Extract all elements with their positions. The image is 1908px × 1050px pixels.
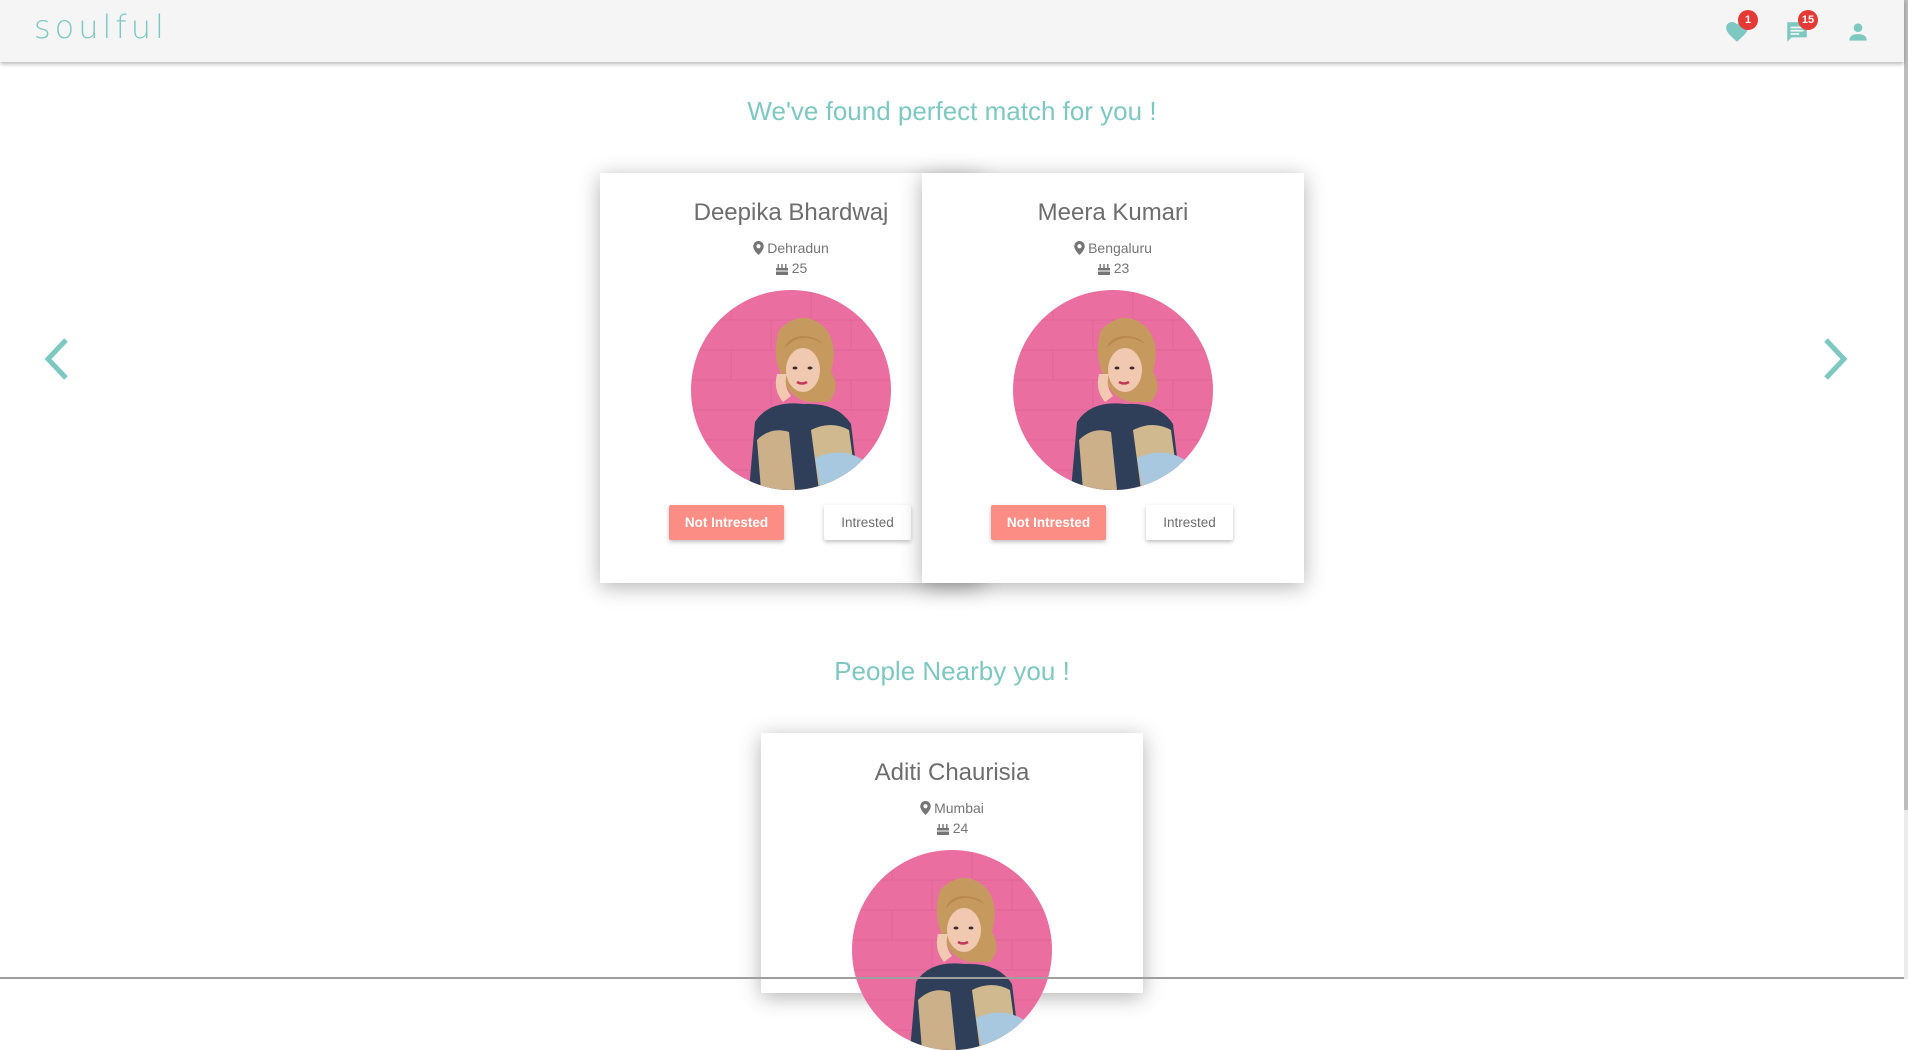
location-text: Dehradun xyxy=(767,240,829,256)
map-marker-icon xyxy=(753,241,764,255)
map-marker-icon xyxy=(1074,241,1085,255)
age-text: 25 xyxy=(791,260,808,276)
profile-name: Meera Kumari xyxy=(1037,199,1189,226)
carousel-next-button[interactable] xyxy=(1818,334,1852,389)
nearby-title: People Nearby you ! xyxy=(834,656,1070,686)
birthday-cake-icon xyxy=(936,824,949,835)
profile-button[interactable] xyxy=(1845,19,1871,45)
age-row: 23 xyxy=(922,260,1304,276)
profile-photo xyxy=(1013,290,1213,490)
age-text: 24 xyxy=(952,820,969,836)
profile-name: Aditi Chaurisia xyxy=(874,759,1030,786)
chevron-right-icon xyxy=(1824,338,1848,380)
match-card: Meera Kumari Bengaluru 23 Not Intrested … xyxy=(922,173,1304,583)
matches-title: We've found perfect match for you ! xyxy=(747,96,1157,126)
likes-button[interactable]: 1 xyxy=(1724,10,1758,45)
likes-badge: 1 xyxy=(1738,10,1758,30)
location-row: Mumbai xyxy=(761,800,1143,816)
carousel-prev-button[interactable] xyxy=(40,334,74,389)
birthday-cake-icon xyxy=(775,264,788,275)
interested-button[interactable]: Intrested xyxy=(1146,505,1233,540)
top-navbar: soulful 1 15 xyxy=(0,0,1904,62)
map-marker-icon xyxy=(920,801,931,815)
interested-button[interactable]: Intrested xyxy=(824,505,911,540)
person-icon xyxy=(1849,23,1867,41)
brand-logo[interactable]: soulful xyxy=(34,8,168,46)
age-text: 23 xyxy=(1113,260,1130,276)
location-row: Bengaluru xyxy=(922,240,1304,256)
messages-button[interactable]: 15 xyxy=(1784,10,1818,45)
not-interested-button[interactable]: Not Intrested xyxy=(669,505,784,540)
location-text: Bengaluru xyxy=(1088,240,1152,256)
location-text: Mumbai xyxy=(934,800,984,816)
birthday-cake-icon xyxy=(1097,264,1110,275)
nearby-card: Aditi Chaurisia Mumbai 24 xyxy=(761,733,1143,993)
scrollbar-thumb[interactable] xyxy=(1904,0,1908,810)
profile-photo xyxy=(852,850,1052,1050)
profile-photo xyxy=(691,290,891,490)
age-row: 24 xyxy=(761,820,1143,836)
messages-badge: 15 xyxy=(1798,10,1818,30)
not-interested-button[interactable]: Not Intrested xyxy=(991,505,1106,540)
chevron-left-icon xyxy=(44,338,68,380)
